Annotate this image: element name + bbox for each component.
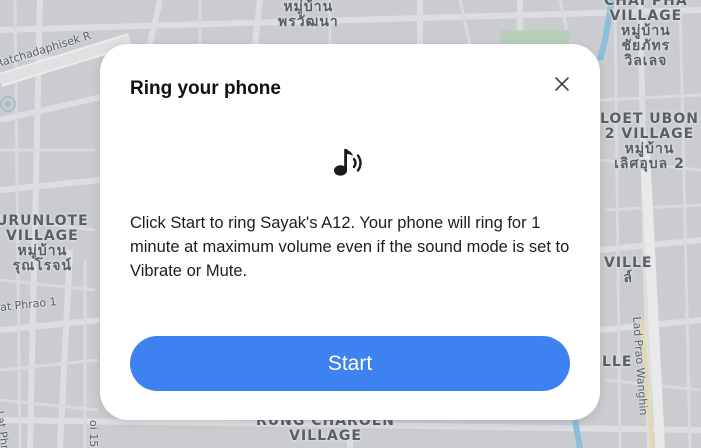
start-button[interactable]: Start bbox=[130, 336, 570, 391]
dialog-title: Ring your phone bbox=[130, 78, 281, 99]
close-icon bbox=[555, 77, 569, 91]
dialog-message: Click Start to ring Sayak's A12. Your ph… bbox=[130, 214, 570, 280]
music-note-sound-icon bbox=[334, 149, 362, 176]
close-button[interactable] bbox=[550, 72, 574, 96]
ring-phone-dialog: Ring your phone Click Start to ring Saya… bbox=[100, 44, 600, 420]
